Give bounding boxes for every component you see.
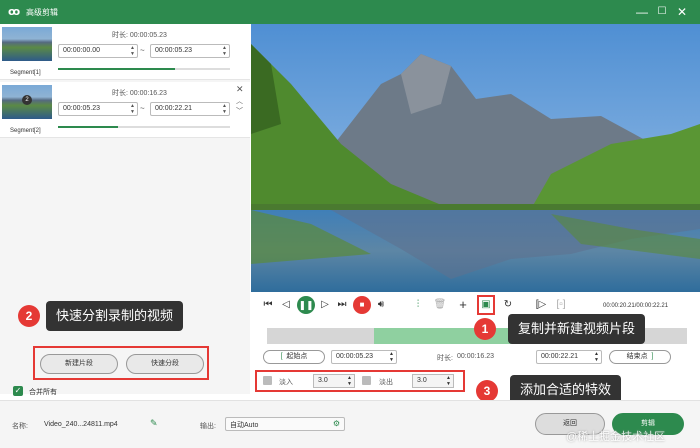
spinner-icon[interactable]: ▲ ▼ xyxy=(222,45,227,57)
delete-icon[interactable]: 🗑︎ xyxy=(433,298,447,312)
app-logo-icon: ꝏ xyxy=(8,6,21,18)
annotation-callout-2: 快速分割录制的视频 xyxy=(46,301,184,331)
landscape-image xyxy=(251,24,700,292)
file-name: Video_240...24811.mp4 xyxy=(44,421,118,428)
end-time-input[interactable]: 00:00:22.21 ▲ ▼ xyxy=(536,350,602,364)
output-select[interactable]: 自动Auto ⚙ xyxy=(225,417,345,431)
fade-in-label: 淡入 xyxy=(279,379,293,386)
trim-duration-value: 00:00:16.23 xyxy=(457,353,494,360)
segment-duration: 时长: 00:00:05.23 xyxy=(112,32,167,39)
segment-duration: 时长: 00:00:16.23 xyxy=(112,90,167,97)
fade-out-input[interactable]: 3.0 ▲ ▼ xyxy=(412,374,454,388)
window-title: 高级剪辑 xyxy=(26,8,58,17)
remove-segment-icon[interactable]: ✕ xyxy=(236,84,244,95)
maximize-button[interactable]: ☐ xyxy=(654,4,670,20)
mark-in-icon[interactable]: [▷ xyxy=(534,298,548,312)
annotation-number-3: 3 xyxy=(476,380,498,402)
close-button[interactable]: ✕ xyxy=(674,4,690,20)
skip-end-icon[interactable]: ⏭ xyxy=(335,298,349,312)
segment-item-2[interactable]: 2 Segment[2] 时长: 00:00:16.23 00:00:05.23… xyxy=(0,82,250,138)
move-up-icon[interactable]: ︿ xyxy=(236,96,243,106)
add-icon[interactable]: + xyxy=(456,298,470,312)
duplicate-segment-icon[interactable]: ▣ xyxy=(479,298,493,312)
move-down-icon[interactable]: ﹀ xyxy=(236,106,243,116)
trim-duration-label: 时长: xyxy=(437,355,453,362)
segment-progress xyxy=(58,126,230,128)
watermark: @稀土掘金技术社区 xyxy=(566,431,666,443)
name-label: 名称: xyxy=(12,423,28,430)
stop-button[interactable]: ■ xyxy=(353,296,371,314)
segment-label: Segment[2] xyxy=(10,128,41,134)
merge-all-checkbox[interactable]: ✓ xyxy=(13,386,23,396)
segment-panel: Segment[1] 时长: 00:00:05.23 00:00:00.00 ▲ ▼… xyxy=(0,24,250,396)
settings-icon[interactable]: ⚙ xyxy=(333,419,340,428)
range-separator: ~ xyxy=(140,46,145,55)
segment-item-1[interactable]: Segment[1] 时长: 00:00:05.23 00:00:00.00 ▲ ▼… xyxy=(0,24,250,80)
reset-icon[interactable]: ↻ xyxy=(501,298,515,312)
pause-button[interactable]: ❚❚ xyxy=(297,296,315,314)
segment-progress xyxy=(58,68,230,70)
step-forward-icon[interactable]: ▷ xyxy=(318,298,332,312)
volume-icon[interactable]: 🔊︎ xyxy=(374,298,388,312)
fade-out-label: 淡出 xyxy=(379,379,393,386)
fade-out-checkbox[interactable] xyxy=(362,376,371,385)
set-end-button[interactable]: 结束点 ] xyxy=(609,350,671,364)
segment-end-input[interactable]: 00:00:22.21 ▲ ▼ xyxy=(150,102,230,116)
minimize-button[interactable]: — xyxy=(634,4,650,20)
range-separator: ~ xyxy=(140,104,145,113)
annotation-number-1: 1 xyxy=(474,318,496,340)
fade-in-checkbox[interactable] xyxy=(263,376,272,385)
merge-all-label: 合并所有 xyxy=(29,389,57,396)
spinner-icon[interactable]: ▲ ▼ xyxy=(130,45,135,57)
skip-start-icon[interactable]: ⏮ xyxy=(261,298,275,312)
title-bar: ꝏ 高级剪辑 — ☐ ✕ xyxy=(0,0,700,24)
fade-in-input[interactable]: 3.0 ▲ ▼ xyxy=(313,374,355,388)
edit-name-icon[interactable]: ✎ xyxy=(150,418,158,429)
set-start-button[interactable]: [ 起始点 xyxy=(263,350,325,364)
mark-out-icon[interactable]: [▫] xyxy=(554,298,568,312)
segment-start-input[interactable]: 00:00:05.23 ▲ ▼ xyxy=(58,102,138,116)
spinner-icon[interactable]: ▲ ▼ xyxy=(222,103,227,115)
step-back-icon[interactable]: ◁ xyxy=(279,298,293,312)
split-icon[interactable]: ⫶ xyxy=(411,298,425,312)
annotation-number-2: 2 xyxy=(18,305,40,327)
new-segment-button[interactable]: 新建片段 xyxy=(40,354,118,374)
start-time-input[interactable]: 00:00:05.23 ▲ ▼ xyxy=(331,350,397,364)
video-preview[interactable] xyxy=(251,24,700,292)
player-controls: ⏮ ◁ ❚❚ ▷ ⏭ ■ 🔊︎ ⫶ 🗑︎ + ▣ ↻ [▷ [▫] 00:00:… xyxy=(251,292,700,400)
segment-label: Segment[1] xyxy=(10,70,41,76)
quick-split-button[interactable]: 快速分段 xyxy=(126,354,204,374)
time-display: 00:00:20.21/00:00:22.21 xyxy=(603,303,669,309)
segment-badge: 2 xyxy=(22,95,32,105)
segment-start-input[interactable]: 00:00:00.00 ▲ ▼ xyxy=(58,44,138,58)
spinner-icon[interactable]: ▲ ▼ xyxy=(130,103,135,115)
segment-end-input[interactable]: 00:00:05.23 ▲ ▼ xyxy=(150,44,230,58)
annotation-callout-1: 复制并新建视频片段 xyxy=(508,314,646,344)
segment-thumbnail xyxy=(2,27,52,61)
footer-bar: 名称: Video_240...24811.mp4 ✎ 输出: 自动Auto ⚙ … xyxy=(0,400,700,448)
output-label: 输出: xyxy=(200,423,216,430)
